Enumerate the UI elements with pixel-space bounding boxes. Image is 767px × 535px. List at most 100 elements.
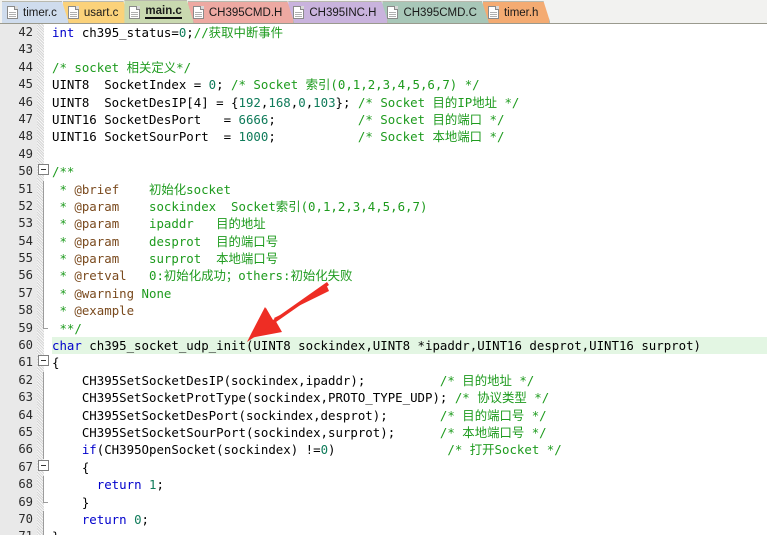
code-token-cmt: /* Socket 目的IP地址 */ — [357, 94, 520, 110]
code-line-text: * @brief 初始化socket — [52, 181, 767, 198]
code-editor-surface[interactable]: 42 int ch395_status=0;//获取中断事件 43 44/* soc… — [0, 24, 767, 535]
code-line-text: return 1; — [52, 476, 767, 493]
code-line[interactable]: 44 /* socket 相关定义*/ — [0, 59, 767, 76]
code-token-kw: char — [52, 338, 82, 354]
editor-tab-usart-c[interactable]: usart.c — [63, 1, 131, 23]
code-line[interactable]: 56 * @retval 0:初始化成功；others:初始化失败 — [0, 267, 767, 285]
line-number: 61 — [18, 355, 33, 370]
code-line[interactable]: 53 * @param ipaddr 目的地址 — [0, 215, 767, 233]
editor-tab-bar: timer.c usart.c main.c CH395CMD.H CH395INC.H… — [0, 0, 767, 24]
code-line[interactable]: 42 int ch395_status=0;//获取中断事件 — [0, 24, 767, 41]
code-line[interactable]: 54 * @param desprot 目的端口号 — [0, 232, 767, 251]
fold-guide-line — [43, 180, 44, 198]
code-line-text: CH395SetSocketProtType(sockindex,PROTO_T… — [52, 389, 767, 406]
code-line-text: * @param surprot 本地端口号 — [52, 250, 767, 267]
code-line-text: * @retval 0:初始化成功；others:初始化失败 — [52, 267, 767, 284]
code-line[interactable]: 51 * @brief 初始化socket — [0, 180, 767, 198]
code-token-plain: UINT16 SocketSourPort = — [52, 129, 239, 145]
code-line[interactable]: 45 UINT8 SocketIndex = 0; /* Socket 索引(0,… — [0, 76, 767, 93]
code-line[interactable]: 55 * @param surprot 本地端口号 — [0, 250, 767, 268]
code-token-cmt-tag: @param — [74, 198, 120, 214]
fold-guide-line — [43, 197, 44, 216]
code-line-text: CH395SetSocketSourPort(sockindex,surprot… — [52, 424, 767, 441]
code-token-cmt: None — [134, 285, 172, 301]
line-number: 68 — [18, 477, 33, 492]
line-number: 50 — [18, 164, 33, 179]
code-line[interactable]: 67 { — [0, 459, 767, 476]
code-line[interactable]: 59 **/ — [0, 319, 767, 337]
editor-tab-ch395inc-h[interactable]: CH395INC.H — [288, 1, 388, 23]
code-token-plain: } — [52, 529, 59, 535]
editor-tab-timer-c[interactable]: timer.c — [2, 1, 69, 23]
code-token-cmt-tag: @param — [74, 233, 120, 249]
code-line[interactable]: 52 * @param sockindex Socket索引(0,1,2,3,4… — [0, 197, 767, 216]
code-line[interactable]: 46 UINT8 SocketDesIP[4] = {192,168,0,103}… — [0, 94, 767, 111]
code-line[interactable]: 43 — [0, 41, 767, 58]
code-line[interactable]: 68 return 1; — [0, 476, 767, 494]
code-line[interactable]: 61 { — [0, 354, 767, 371]
code-line[interactable]: 47 UINT16 SocketDesPort = 6666; /* Socket… — [0, 111, 767, 128]
editor-tab-main-c[interactable]: main.c — [124, 0, 193, 23]
code-line[interactable]: 50 /** — [0, 163, 767, 180]
fold-guide-line — [43, 302, 44, 320]
code-line-text: * @param desprot 目的端口号 — [52, 233, 767, 250]
editor-tab-timer-h[interactable]: timer.h — [483, 1, 551, 23]
code-token-cmt: /* Socket 目的端口 */ — [357, 111, 505, 127]
line-number: 62 — [18, 372, 33, 387]
fold-guide-line-end — [43, 319, 48, 329]
fold-guide-line — [43, 528, 44, 535]
code-line-text: CH395SetSocketDesPort(sockindex,desprot)… — [52, 407, 767, 424]
code-token-plain: CH395SetSocketDesIP(sockindex,ipaddr); — [52, 372, 440, 388]
fold-guide-line — [43, 476, 44, 494]
code-token-cmt: * — [52, 233, 75, 249]
code-line[interactable]: 69 } — [0, 493, 767, 511]
code-line[interactable]: 62 CH395SetSocketDesIP(sockindex,ipaddr)… — [0, 371, 767, 390]
line-number: 53 — [18, 216, 33, 231]
code-line[interactable]: 60 char ch395_socket_udp_init(UINT8 socki… — [0, 337, 767, 355]
line-number: 57 — [18, 285, 33, 300]
code-line[interactable]: 48 UINT16 SocketSourPort = 1000; /* Socke… — [0, 128, 767, 145]
editor-tab-ch395cmd-h[interactable]: CH395CMD.H — [188, 1, 295, 23]
code-token-cmt: /* 打开Socket */ — [447, 442, 562, 458]
code-line[interactable]: 71} — [0, 528, 767, 535]
fold-collapse-icon[interactable] — [38, 459, 49, 471]
code-token-cmt: * — [52, 303, 75, 319]
line-number: 60 — [18, 338, 33, 353]
code-line[interactable]: 63 CH395SetSocketProtType(sockindex,PROT… — [0, 389, 767, 407]
code-line[interactable]: 66 if(CH395OpenSocket(sockindex) !=0) /*… — [0, 441, 767, 459]
code-token-cmt: * — [52, 181, 75, 197]
fold-collapse-icon[interactable] — [38, 164, 49, 176]
code-line[interactable]: 58 * @example — [0, 302, 767, 320]
code-token-plain: UINT8 SocketDesIP[4] = { — [52, 94, 239, 110]
code-line[interactable]: 57 * @warning None — [0, 284, 767, 303]
code-token-num: 6666 — [238, 111, 269, 127]
code-token-plain: { — [52, 459, 90, 475]
code-line-text: return 0; — [52, 511, 767, 528]
code-line[interactable]: 49 — [0, 146, 767, 163]
line-number: 43 — [18, 42, 33, 57]
code-token-cmt: /** — [52, 164, 75, 180]
line-number: 45 — [18, 77, 33, 92]
code-token-plain: (CH395OpenSocket(sockindex) != — [96, 442, 321, 458]
code-token-plain: ; — [156, 477, 164, 493]
line-number: 56 — [18, 268, 33, 283]
code-token-plain: UINT16 SocketDesPort = — [52, 111, 239, 127]
code-line-text: * @param ipaddr 目的地址 — [52, 215, 767, 232]
code-line[interactable]: 70 return 0; — [0, 510, 767, 529]
code-token-plain: CH395SetSocketProtType(sockindex,PROTO_T… — [52, 390, 455, 406]
code-token-num: 168 — [268, 94, 291, 110]
code-line[interactable]: 65 CH395SetSocketSourPort(sockindex,surp… — [0, 423, 767, 442]
code-token-cmt: sockindex Socket索引(0,1,2,3,4,5,6,7) — [119, 198, 428, 214]
line-number: 47 — [18, 111, 33, 126]
code-text-area[interactable]: 42 int ch395_status=0;//获取中断事件 43 44/* soc… — [0, 24, 767, 535]
code-token-num: 0 — [320, 442, 329, 458]
line-number: 42 — [18, 25, 33, 39]
editor-tab-ch395cmd-c[interactable]: CH395CMD.C — [382, 1, 489, 23]
fold-guide-line-end — [43, 493, 48, 503]
code-line[interactable]: 64 CH395SetSocketDesPort(sockindex,despr… — [0, 406, 767, 424]
fold-collapse-icon[interactable] — [38, 355, 49, 367]
code-line-text: UINT16 SocketDesPort = 6666; /* Socket 目… — [52, 111, 767, 128]
code-token-num: 192 — [238, 94, 261, 110]
